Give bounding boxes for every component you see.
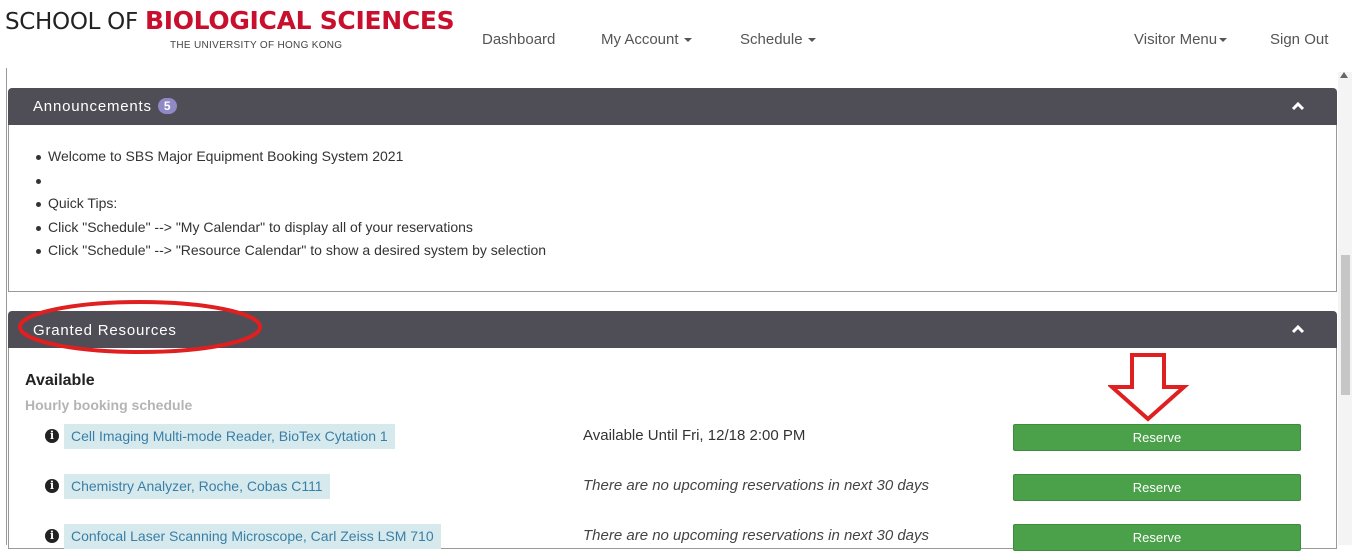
- reserve-button[interactable]: Reserve: [1013, 424, 1301, 451]
- red-ellipse-annotation: [18, 300, 262, 354]
- logo-university-text: THE UNIVERSITY OF HONG KONG: [170, 40, 343, 51]
- chevron-up-icon[interactable]: [1291, 101, 1305, 111]
- caret-down-icon: [683, 38, 692, 43]
- resource-link[interactable]: Confocal Laser Scanning Microscope, Carl…: [64, 524, 441, 549]
- scrollbar-thumb[interactable]: [1341, 255, 1350, 395]
- caret-down-icon: [807, 38, 816, 43]
- top-navbar: SCHOOL OF BIOLOGICAL SCIENCES THE UNIVER…: [0, 0, 1352, 68]
- nav-my-account[interactable]: My Account: [601, 31, 692, 48]
- caret-down-icon: [1219, 38, 1228, 43]
- logo-title: SCHOOL OF BIOLOGICAL SCIENCES: [5, 6, 455, 35]
- info-icon[interactable]: i: [45, 479, 59, 493]
- nav-sign-out-label: Sign Out: [1270, 31, 1329, 48]
- resource-row: i Chemistry Analyzer, Roche, Cobas C111 …: [45, 474, 1305, 501]
- info-icon[interactable]: i: [45, 429, 59, 443]
- reserve-button[interactable]: Reserve: [1013, 524, 1301, 551]
- nav-dashboard[interactable]: Dashboard: [482, 31, 555, 48]
- school-logo[interactable]: SCHOOL OF BIOLOGICAL SCIENCES THE UNIVER…: [5, 6, 465, 58]
- resource-row: i Confocal Laser Scanning Microscope, Ca…: [45, 524, 1305, 551]
- nav-my-account-label: My Account: [601, 31, 679, 48]
- booking-schedule-subheading: Hourly booking schedule: [25, 397, 193, 413]
- logo-bio-text: BIOLOGICAL SCIENCES: [144, 6, 455, 35]
- announcement-item: Click "Schedule" --> "Resource Calendar"…: [35, 242, 546, 266]
- announcements-title-text: Announcements: [33, 98, 152, 115]
- scroll-up-arrow-icon[interactable]: [1340, 72, 1348, 78]
- resource-status: There are no upcoming reservations in ne…: [583, 477, 930, 494]
- resource-link[interactable]: Chemistry Analyzer, Roche, Cobas C111: [64, 474, 330, 499]
- announcement-item: [35, 172, 546, 196]
- chevron-up-icon[interactable]: [1291, 324, 1305, 334]
- announcements-title: Announcements 5: [33, 98, 177, 115]
- resource-status: Available Until Fri, 12/18 2:00 PM: [583, 427, 806, 444]
- available-heading: Available: [25, 372, 95, 389]
- nav-visitor-menu-label: Visitor Menu: [1134, 31, 1218, 48]
- resource-link[interactable]: Cell Imaging Multi-mode Reader, BioTex C…: [64, 424, 395, 449]
- announcements-panel-header[interactable]: Announcements 5: [8, 88, 1337, 125]
- nav-schedule-label: Schedule: [740, 31, 803, 48]
- nav-visitor-menu[interactable]: Visitor Menu: [1134, 31, 1228, 48]
- nav-schedule[interactable]: Schedule: [740, 31, 816, 48]
- reserve-button[interactable]: Reserve: [1013, 474, 1301, 501]
- nav-dashboard-label: Dashboard: [482, 31, 556, 48]
- announcement-item: Quick Tips:: [35, 195, 546, 219]
- resource-row: i Cell Imaging Multi-mode Reader, BioTex…: [45, 424, 1305, 451]
- red-down-arrow-annotation: [1108, 353, 1190, 422]
- announcement-item: Welcome to SBS Major Equipment Booking S…: [35, 148, 546, 172]
- announcement-item: Click "Schedule" --> "My Calendar" to di…: [35, 219, 546, 243]
- announcements-count-badge: 5: [157, 98, 177, 114]
- page-frame-border: [6, 68, 7, 545]
- announcements-list: Welcome to SBS Major Equipment Booking S…: [35, 148, 546, 266]
- resource-status: There are no upcoming reservations in ne…: [583, 527, 930, 544]
- info-icon[interactable]: i: [45, 529, 59, 543]
- logo-school-text: SCHOOL OF: [5, 9, 145, 35]
- nav-sign-out[interactable]: Sign Out: [1270, 31, 1328, 48]
